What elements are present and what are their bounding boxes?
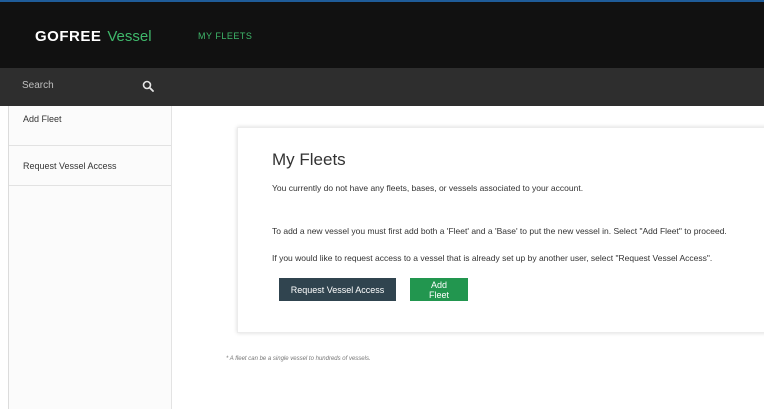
- logo-text: GOFREE: [35, 28, 102, 45]
- gofree-logo[interactable]: GOFREE Vessel: [35, 28, 152, 45]
- empty-state-text: You currently do not have any fleets, ba…: [272, 183, 584, 193]
- add-fleet-button[interactable]: Add Fleet: [410, 278, 468, 301]
- logo-product: Vessel: [107, 28, 152, 45]
- sidebar-item-label: Request Vessel Access: [23, 160, 117, 171]
- request-access-instructions: If you would like to request access to a…: [272, 253, 713, 263]
- add-vessel-instructions: To add a new vessel you must first add b…: [272, 226, 727, 236]
- search-icon[interactable]: [142, 80, 154, 92]
- sidebar-item-label: Add Fleet: [23, 113, 62, 124]
- footnote: * A fleet can be a single vessel to hund…: [226, 356, 371, 362]
- nav-my-fleets[interactable]: MY FLEETS: [198, 31, 252, 41]
- top-bar: GOFREE Vessel MY FLEETS: [0, 0, 764, 68]
- search-bar: Search: [0, 68, 764, 106]
- page-title: My Fleets: [272, 150, 346, 169]
- search-input[interactable]: Search: [22, 80, 54, 91]
- sidebar-item-request-vessel-access[interactable]: Request Vessel Access: [9, 146, 171, 186]
- my-fleets-card: My Fleets You currently do not have any …: [237, 127, 764, 333]
- sidebar: Add Fleet Request Vessel Access: [8, 106, 172, 409]
- request-vessel-access-button[interactable]: Request Vessel Access: [279, 278, 396, 301]
- sidebar-item-add-fleet[interactable]: Add Fleet: [9, 106, 171, 146]
